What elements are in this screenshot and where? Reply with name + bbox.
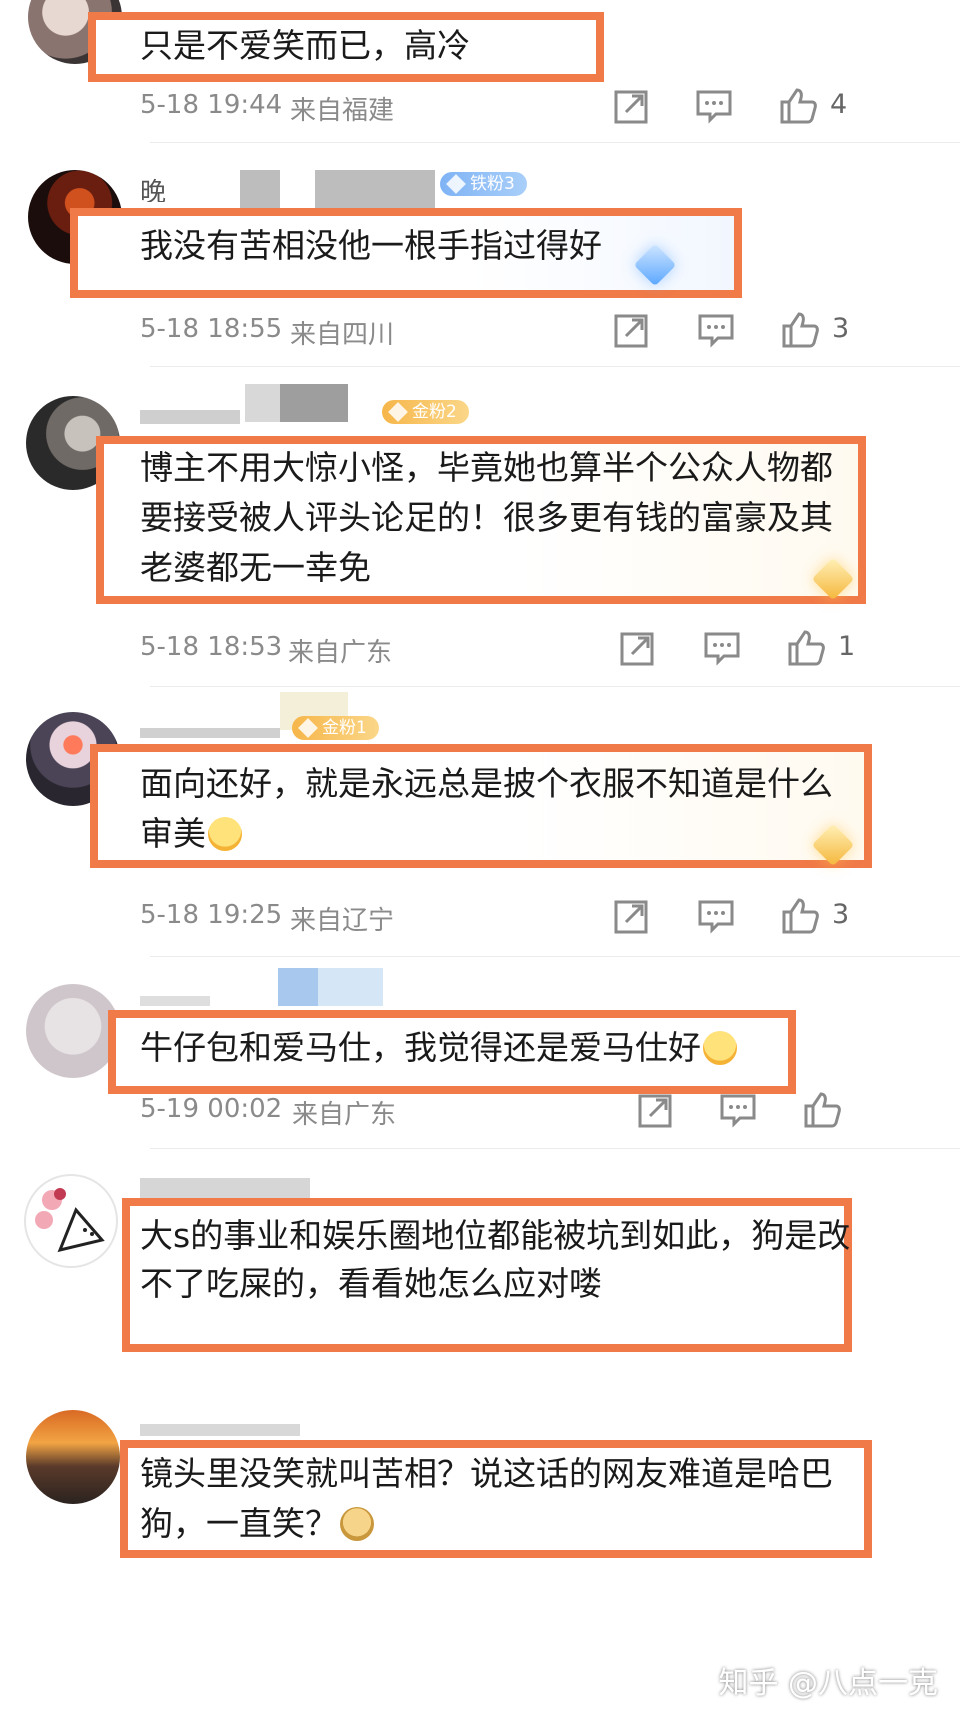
username-blur: [140, 996, 210, 1006]
fan-badge: 金粉2: [382, 400, 469, 424]
username-blur: [140, 1178, 310, 1200]
like-icon[interactable]: [780, 896, 820, 936]
like-count: 4: [830, 89, 848, 120]
username-blur: [140, 410, 240, 424]
username-blur: [140, 728, 280, 738]
forward-icon[interactable]: [618, 628, 658, 668]
comment-text: 牛仔包和爱马仕，我觉得还是爱马仕好: [140, 1020, 737, 1076]
username-blur: [315, 170, 435, 208]
comment-text: 狗，一直笑？: [140, 1496, 374, 1552]
comment-text: 面向还好，就是永远总是披个衣服不知道是什么: [140, 764, 833, 803]
fan-badge: 铁粉3: [440, 172, 527, 196]
comment-text: 博主不用大惊小怪，毕竟她也算半个公众人物都: [140, 448, 833, 487]
forward-icon[interactable]: [612, 86, 652, 126]
comment-text: 要接受被人评头论足的！很多更有钱的富豪及其: [140, 498, 833, 537]
divider: [150, 366, 960, 367]
comment-location: 来自福建: [290, 96, 395, 126]
username[interactable]: 晚: [140, 172, 166, 202]
divider: [150, 686, 960, 687]
like-icon[interactable]: [786, 628, 826, 668]
cat-avatar-illustration-icon: [35, 1188, 105, 1253]
like-count: 3: [832, 313, 850, 344]
comment-icon[interactable]: [696, 896, 736, 936]
username-blur: [245, 384, 280, 422]
watermark: 知乎 @八点一克: [718, 1666, 938, 1701]
laughing-crying-emoji-icon: [703, 1031, 737, 1065]
like-count: 1: [838, 631, 856, 662]
username-blur: [240, 170, 280, 208]
comment-text-line: 狗，一直笑？: [140, 1504, 338, 1543]
comment-icon[interactable]: [694, 86, 734, 126]
username-blur: [280, 384, 348, 422]
forward-icon[interactable]: [612, 896, 652, 936]
comment-text: 镜头里没笑就叫苦相？说这话的网友难道是哈巴: [140, 1454, 833, 1493]
like-count: 3: [832, 899, 850, 930]
divider: [150, 142, 960, 143]
comment-time: 5-18 18:55: [140, 314, 283, 344]
like-icon[interactable]: [778, 86, 818, 126]
comment-icon[interactable]: [702, 628, 742, 668]
like-icon[interactable]: [780, 310, 820, 350]
comment-text-line: 审美: [140, 814, 206, 853]
forward-icon[interactable]: [612, 310, 652, 350]
username-blur: [278, 968, 318, 1006]
comment-location: 来自辽宁: [290, 906, 395, 936]
comment-text: 老婆都无一幸免: [140, 548, 371, 587]
comment-text: 我没有苦相没他一根手指过得好: [140, 226, 602, 265]
avatar[interactable]: [26, 1410, 120, 1504]
doge-emoji-icon: [340, 1507, 374, 1541]
username-blur: [318, 968, 383, 1006]
comment-location: 来自四川: [290, 320, 395, 350]
comment-location: 来自广东: [288, 638, 393, 668]
fan-badge: 金粉1: [292, 716, 379, 740]
comment-icon[interactable]: [696, 310, 736, 350]
comment-text: 只是不爱笑而已，高冷: [140, 26, 470, 65]
comment-time: 5-18 18:53: [140, 632, 283, 662]
comment-icon[interactable]: [718, 1090, 758, 1130]
forward-icon[interactable]: [636, 1090, 676, 1130]
divider: [150, 956, 960, 957]
comment-time: 5-18 19:44: [140, 90, 283, 120]
comment-time: 5-18 19:25: [140, 900, 283, 930]
comment-time: 5-19 00:02: [140, 1094, 283, 1124]
username-blur: [140, 1424, 300, 1436]
comment-text-line: 牛仔包和爱马仕，我觉得还是爱马仕好: [140, 1028, 701, 1067]
comment-location: 来自广东: [292, 1100, 397, 1130]
avatar[interactable]: [26, 984, 120, 1078]
divider: [150, 1148, 960, 1149]
drooling-face-emoji-icon: [208, 817, 242, 851]
like-icon[interactable]: [802, 1090, 842, 1130]
comment-text: 不了吃屎的，看看她怎么应对喽: [140, 1264, 602, 1303]
comment-text: 审美: [140, 806, 242, 862]
